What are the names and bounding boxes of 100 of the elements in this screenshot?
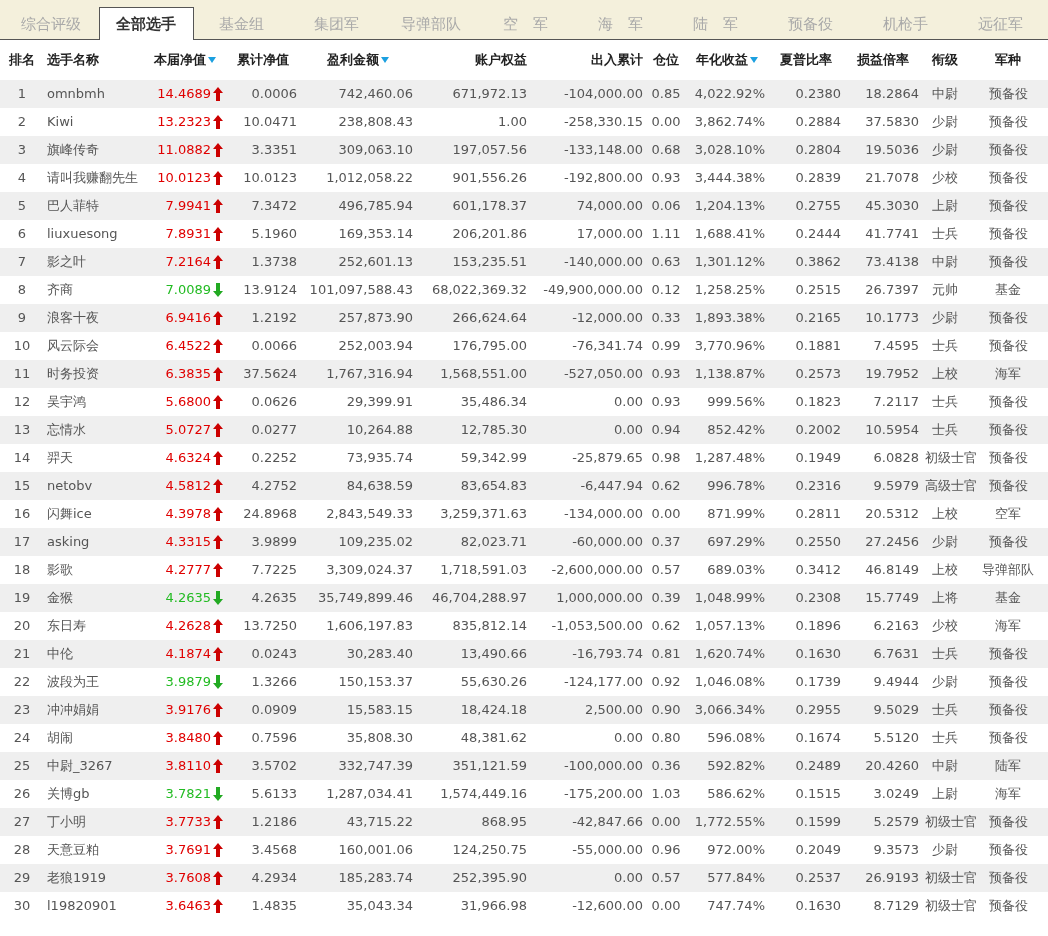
branch: 海军: [995, 618, 1021, 634]
player-name: 金猴: [47, 590, 73, 606]
column-header[interactable]: 损益倍率: [857, 50, 909, 70]
profit-amount: 43,715.22: [346, 814, 413, 830]
net-value-text: 7.0089: [165, 281, 211, 300]
profit-loss-ratio: 18.2864: [865, 86, 919, 102]
branch: 海军: [995, 366, 1021, 382]
cumulative-value: 0.0243: [251, 646, 297, 662]
profit-amount: 252,601.13: [338, 254, 413, 270]
sharpe-ratio: 0.2573: [795, 366, 841, 382]
military-rank: 元帅: [932, 282, 958, 298]
annual-return: 697.29%: [707, 534, 765, 550]
military-rank: 上校: [932, 562, 958, 578]
position-ratio: 0.39: [651, 590, 681, 606]
net-value-text: 7.9941: [165, 197, 211, 216]
column-header[interactable]: 军种: [995, 50, 1021, 70]
annual-return: 1,204.13%: [694, 198, 765, 214]
column-header[interactable]: 账户权益: [475, 50, 527, 70]
net-flow: -2,600,000.00: [551, 562, 643, 578]
profit-loss-ratio: 26.7397: [865, 282, 919, 298]
branch: 预备役: [988, 674, 1028, 690]
account-equity: 3,259,371.63: [440, 506, 527, 522]
rank-number: 11: [13, 366, 31, 382]
cumulative-value: 24.8968: [243, 506, 297, 522]
column-header[interactable]: 出入累计: [591, 50, 643, 70]
rank-number: 23: [13, 702, 31, 718]
rank-number: 27: [13, 814, 31, 830]
sharpe-ratio: 0.1630: [795, 646, 841, 662]
annual-return: 3,028.10%: [694, 142, 765, 158]
profit-amount: 35,808.30: [346, 730, 413, 746]
sharpe-ratio: 0.2515: [795, 282, 841, 298]
cumulative-value: 4.2635: [251, 590, 297, 606]
position-ratio: 0.98: [651, 450, 681, 466]
player-name: omnbmh: [47, 86, 105, 102]
annual-return: 1,138.87%: [694, 366, 765, 382]
column-header[interactable]: 夏普比率: [780, 50, 832, 70]
player-name: 天意豆粕: [47, 842, 99, 858]
net-flow: 2,500.00: [585, 702, 643, 718]
net-flow: -258,330.15: [563, 114, 643, 130]
profit-loss-ratio: 15.7749: [865, 590, 919, 606]
annual-return: 592.82%: [707, 758, 765, 774]
account-equity: 18,424.18: [460, 702, 527, 718]
profit-loss-ratio: 46.8149: [865, 562, 919, 578]
net-flow: 0.00: [614, 730, 643, 746]
profit-amount: 252,003.94: [338, 338, 413, 354]
column-header[interactable]: 年化收益: [696, 50, 748, 70]
column-header[interactable]: 本届净值: [154, 50, 206, 70]
sharpe-ratio: 0.2804: [795, 142, 841, 158]
sort-triangle-icon[interactable]: [381, 57, 389, 63]
annual-return: 871.99%: [707, 506, 765, 522]
profit-amount: 73,935.74: [346, 450, 413, 466]
sharpe-ratio: 0.2444: [795, 226, 841, 242]
column-header[interactable]: 仓位: [653, 50, 679, 70]
account-equity: 59,342.99: [460, 450, 527, 466]
sort-triangle-icon[interactable]: [208, 57, 216, 63]
player-name: 关博gb: [47, 786, 90, 802]
profit-loss-ratio: 21.7078: [865, 170, 919, 186]
military-rank: 初级士官: [925, 870, 977, 886]
column-header[interactable]: 衔级: [932, 50, 958, 70]
sharpe-ratio: 0.2049: [795, 842, 841, 858]
cumulative-value: 4.2752: [251, 478, 297, 494]
player-name: 中伦: [47, 646, 73, 662]
position-ratio: 0.81: [651, 646, 681, 662]
cumulative-value: 3.3351: [251, 142, 297, 158]
tab[interactable]: 全部选手: [98, 7, 194, 40]
column-header[interactable]: 累计净值: [237, 50, 289, 70]
sharpe-ratio: 0.3862: [795, 254, 841, 270]
branch: 预备役: [988, 114, 1028, 130]
annual-return: 586.62%: [707, 786, 765, 802]
sharpe-ratio: 0.1630: [795, 898, 841, 914]
profit-amount: 238,808.43: [338, 114, 413, 130]
profit-amount: 2,843,549.33: [326, 506, 413, 522]
military-rank: 中尉: [932, 86, 958, 102]
cumulative-value: 3.5702: [251, 758, 297, 774]
annual-return: 1,046.08%: [694, 674, 765, 690]
net-flow: -12,600.00: [572, 898, 643, 914]
rank-number: 9: [17, 310, 27, 326]
position-ratio: 0.00: [651, 114, 681, 130]
military-rank: 上尉: [932, 786, 958, 802]
cumulative-value: 0.2252: [251, 450, 297, 466]
column-header[interactable]: 选手名称: [47, 50, 99, 70]
net-value-text: 3.8480: [165, 729, 211, 748]
account-equity: 351,121.59: [452, 758, 527, 774]
annual-return: 4,022.92%: [694, 86, 765, 102]
net-flow: -124,177.00: [563, 674, 643, 690]
profit-loss-ratio: 9.4944: [873, 674, 919, 690]
sort-triangle-icon[interactable]: [750, 57, 758, 63]
profit-loss-ratio: 10.1773: [865, 310, 919, 326]
net-flow: 0.00: [614, 394, 643, 410]
column-header[interactable]: 排名: [9, 50, 35, 70]
rank-number: 16: [13, 506, 31, 522]
position-ratio: 0.62: [651, 478, 681, 494]
annual-return: 596.08%: [707, 730, 765, 746]
sharpe-ratio: 0.3412: [795, 562, 841, 578]
position-ratio: 0.93: [651, 366, 681, 382]
column-header[interactable]: 盈利金额: [327, 50, 379, 70]
account-equity: 68,022,369.32: [431, 282, 527, 298]
cumulative-value: 10.0123: [243, 170, 297, 186]
position-ratio: 0.06: [651, 198, 681, 214]
cumulative-value: 0.7596: [251, 730, 297, 746]
